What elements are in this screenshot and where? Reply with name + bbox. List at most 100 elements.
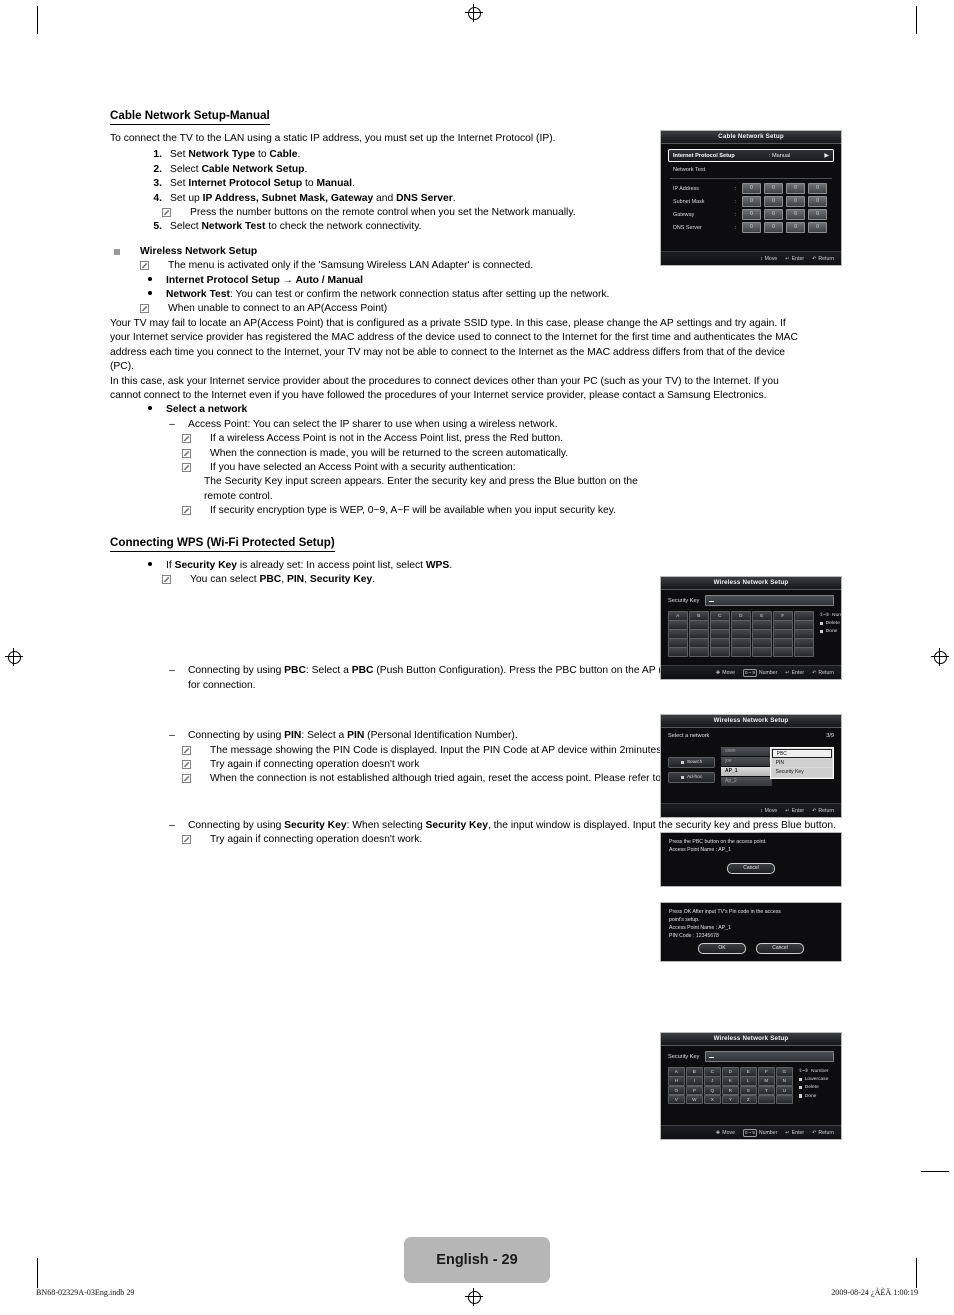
key-b[interactable]: B xyxy=(686,1067,703,1077)
option-done[interactable]: Done xyxy=(819,629,842,634)
option-done[interactable]: Done xyxy=(798,1094,829,1099)
option-delete[interactable]: Delete xyxy=(798,1085,829,1090)
select-network-label: Select a network xyxy=(668,733,710,739)
key-h[interactable]: H xyxy=(668,1076,685,1086)
octet-box[interactable]: 0 xyxy=(808,183,827,194)
osd-content: Internet Protocol Setup : Manual ▶ Netwo… xyxy=(661,144,841,233)
wireless-bullet-select-network: Select a network xyxy=(140,403,850,417)
key-d[interactable]: D xyxy=(722,1067,739,1077)
key-blank[interactable] xyxy=(710,647,730,657)
key-blank[interactable] xyxy=(731,647,751,657)
osd-field-dns-server[interactable]: DNS Server : 0 0 0 0 xyxy=(668,222,834,233)
key-o[interactable]: O xyxy=(668,1085,685,1096)
key-v[interactable]: V xyxy=(668,1094,685,1105)
option-number[interactable]: ①~⑨ Number xyxy=(799,1068,829,1074)
key-blank[interactable] xyxy=(752,647,772,657)
octet-box[interactable]: 0 xyxy=(808,196,827,207)
octet-box[interactable]: 0 xyxy=(742,209,761,220)
octet-box[interactable]: 0 xyxy=(764,209,783,220)
search-button[interactable]: Search xyxy=(668,757,715,768)
key-u[interactable]: U xyxy=(776,1085,793,1096)
key-k[interactable]: K xyxy=(722,1076,739,1086)
octet-box[interactable]: 0 xyxy=(808,209,827,220)
menu-item-security-key[interactable]: Security Key xyxy=(771,768,832,777)
option-number[interactable]: ①~⑨ Number xyxy=(820,612,842,618)
security-key-field-row[interactable]: Security Key xyxy=(668,595,834,606)
key-l[interactable]: L xyxy=(740,1076,757,1086)
octet-box[interactable]: 0 xyxy=(742,183,761,194)
key-w[interactable]: W xyxy=(686,1094,703,1105)
key-blank[interactable] xyxy=(773,647,793,657)
key-blank[interactable] xyxy=(776,1094,793,1105)
octet-box[interactable]: 0 xyxy=(742,196,761,207)
key-s[interactable]: S xyxy=(740,1085,757,1096)
hint-move: ↕ Move xyxy=(760,255,778,262)
osd-row-internet-protocol-setup[interactable]: Internet Protocol Setup : Manual ▶ xyxy=(668,149,834,162)
key-blank[interactable] xyxy=(794,647,814,657)
hint-return: ↶ Return xyxy=(812,1129,834,1136)
hint-enter: ↵ Enter xyxy=(785,669,805,676)
key-t[interactable]: T xyxy=(758,1085,775,1096)
osd-pin-message: Press OK After input TV's Pin code in th… xyxy=(660,902,842,962)
ap-list-item[interactable]: joe xyxy=(721,757,772,766)
key-y[interactable]: Y xyxy=(722,1094,739,1105)
menu-item-pin[interactable]: PIN xyxy=(771,758,832,767)
key-c[interactable]: C xyxy=(704,1067,721,1077)
bullet-text: Select a network xyxy=(166,404,248,416)
key-blank[interactable] xyxy=(758,1094,775,1105)
osd-row-network-test[interactable]: Network Test xyxy=(668,165,834,175)
ap-list-item[interactable]: sson xyxy=(721,747,772,756)
ok-button[interactable]: OK xyxy=(698,943,746,954)
key-z[interactable]: Z xyxy=(740,1094,757,1105)
octet-box[interactable]: 0 xyxy=(764,183,783,194)
field-colon: : xyxy=(735,185,737,192)
key-a[interactable]: A xyxy=(668,1067,685,1077)
enter-key-icon: ↵ xyxy=(785,669,790,676)
key-j[interactable]: J xyxy=(704,1076,721,1086)
key-blank[interactable] xyxy=(689,647,709,657)
security-key-field-row[interactable]: Security Key xyxy=(668,1051,834,1062)
enter-key-icon: ↵ xyxy=(785,1129,790,1136)
octet-box[interactable]: 0 xyxy=(786,222,805,233)
octet-box[interactable]: 0 xyxy=(786,209,805,220)
octet-box[interactable]: 0 xyxy=(764,196,783,207)
osd-field-subnet-mask[interactable]: Subnet Mask : 0 0 0 0 xyxy=(668,196,834,207)
octet-box[interactable]: 0 xyxy=(808,222,827,233)
key-g[interactable]: G xyxy=(776,1067,793,1077)
key-n[interactable]: N xyxy=(776,1076,793,1086)
osd-field-ip-address[interactable]: IP Address : 0 0 0 0 xyxy=(668,183,834,194)
ap-list-item-selected[interactable]: AP_1 xyxy=(721,767,772,776)
wireless-note-unable: When unable to connect to an AP(Access P… xyxy=(140,302,850,316)
octet-box[interactable]: 0 xyxy=(764,222,783,233)
cancel-button[interactable]: Cancel xyxy=(756,943,804,954)
key-f[interactable]: F xyxy=(758,1067,775,1077)
key-i[interactable]: I xyxy=(686,1076,703,1086)
step-number: 3. xyxy=(153,178,162,190)
ap-list-item[interactable]: Ap_2 xyxy=(721,777,772,786)
octet-box[interactable]: 0 xyxy=(786,196,805,207)
cancel-button[interactable]: Cancel xyxy=(727,863,775,874)
key-p[interactable]: P xyxy=(686,1085,703,1096)
octet-box[interactable]: 0 xyxy=(786,183,805,194)
key-x[interactable]: X xyxy=(704,1094,721,1105)
hint-return: ↶ Return xyxy=(812,255,834,262)
enter-key-icon: ↵ xyxy=(785,255,790,262)
osd-field-gateway[interactable]: Gateway : 0 0 0 0 xyxy=(668,209,834,220)
key-m[interactable]: M xyxy=(758,1076,775,1086)
security-key-input[interactable] xyxy=(705,1051,834,1062)
osd-wireless-security-key-full: Wireless Network Setup Security Key A B … xyxy=(660,1032,842,1140)
security-key-input[interactable] xyxy=(705,595,834,606)
return-arrow-icon: ↶ xyxy=(812,807,817,814)
key-r[interactable]: R xyxy=(722,1085,739,1096)
key-q[interactable]: Q xyxy=(704,1085,721,1096)
menu-item-pbc[interactable]: PBC xyxy=(771,749,832,758)
key-e[interactable]: E xyxy=(740,1067,757,1077)
field-colon: : xyxy=(735,198,737,205)
option-lowercase[interactable]: Lowercase xyxy=(798,1077,829,1082)
ad-hoc-button[interactable]: Ad-hoc xyxy=(668,772,715,783)
key-blank[interactable] xyxy=(668,647,688,657)
octet-box[interactable]: 0 xyxy=(742,222,761,233)
octet-group: 0 0 0 0 xyxy=(742,222,827,233)
option-delete[interactable]: Delete xyxy=(819,621,842,626)
return-arrow-icon: ↶ xyxy=(812,669,817,676)
